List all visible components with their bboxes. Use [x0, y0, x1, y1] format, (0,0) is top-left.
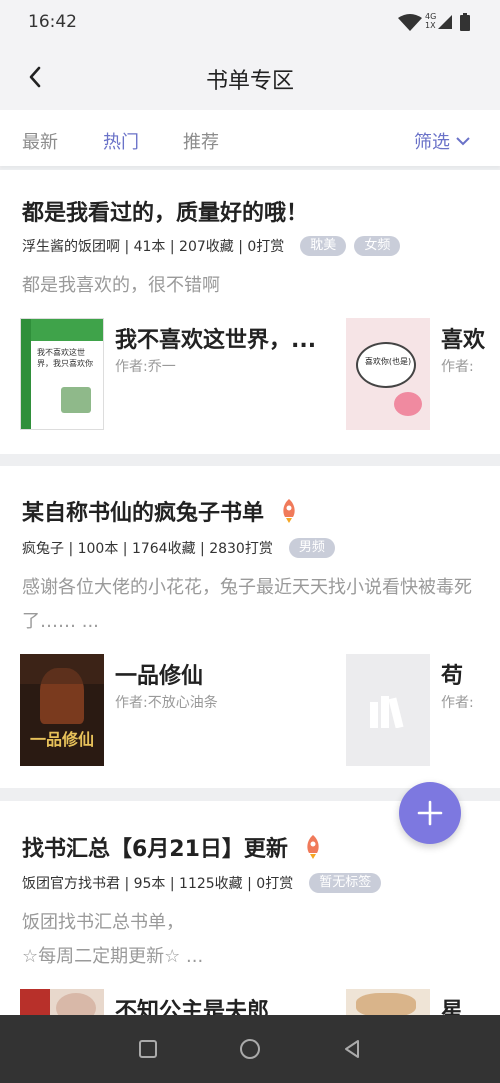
card-title: 某自称书仙的疯兔子书单 [22, 501, 265, 526]
tag: 男频 [288, 538, 335, 558]
card-title: 找书汇总【6月21日】更新 [22, 837, 288, 862]
book-name: 喜欢 [441, 328, 486, 353]
book-cover [20, 989, 104, 1015]
book-cover: 喜欢你(也是) [346, 318, 430, 430]
status-bar: 16:42 4G 1X [0, 0, 500, 44]
card-meta: 浮生酱的饭团啊 | 41本 | 207收藏 | 0打赏 [22, 239, 285, 255]
book-name: 星 [441, 999, 464, 1015]
filter-button[interactable]: 筛选 [414, 128, 470, 154]
cover-title: 我不喜欢这世界，我只喜欢你 [37, 348, 93, 368]
tab-bar: 最新 热门 推荐 筛选 [0, 110, 500, 166]
cover-title: 喜欢你(也是) [364, 357, 412, 366]
chevron-down-icon [456, 137, 470, 146]
card-meta: 饭团官方找书君 | 95本 | 1125收藏 | 0打赏 [22, 876, 294, 892]
add-booklist-button[interactable] [399, 782, 461, 844]
description-line: 饭团找书汇总书单， [22, 912, 184, 933]
booklist-card[interactable]: 都是我看过的，质量好的哦！ 浮生酱的饭团啊 | 41本 | 207收藏 | 0打… [0, 170, 500, 454]
card-meta: 疯兔子 | 100本 | 1764收藏 | 2830打赏 [22, 541, 273, 557]
network-sub: 1X [425, 21, 436, 30]
tab-recommend[interactable]: 推荐 [183, 128, 219, 154]
status-time: 16:42 [28, 12, 77, 32]
books-placeholder-icon [370, 696, 404, 728]
status-icons: 4G 1X [398, 12, 474, 34]
book-item[interactable]: 我不喜欢这世界，我只喜欢你 我不喜欢这世界，... 作者:乔一 [20, 318, 340, 430]
tab-hot[interactable]: 热门 [103, 128, 139, 154]
nav-bar: 书单专区 [0, 44, 500, 110]
card-description: 饭团找书汇总书单， ☆每周二定期更新☆ ... [22, 906, 478, 974]
card-description: 都是我喜欢的，很不错啊 [22, 275, 220, 296]
page-title: 书单专区 [205, 69, 294, 94]
wifi-icon [398, 14, 422, 31]
description-line: ☆每周二定期更新☆ ... [22, 946, 204, 967]
card-meta-row: 疯兔子 | 100本 | 1764收藏 | 2830打赏 男频 [22, 538, 335, 558]
battery-icon [460, 13, 470, 31]
rocket-icon [283, 499, 295, 523]
book-item[interactable]: 星 [346, 989, 500, 1015]
triangle-back-icon [345, 1040, 359, 1058]
filter-label: 筛选 [414, 132, 450, 153]
card-title-row: 找书汇总【6月21日】更新 [22, 831, 324, 863]
book-author: 作者:不放心油条 [115, 695, 218, 711]
card-description: 感谢各位大佬的小花花，兔子最近天天找小说看快被毒死了…… ... [22, 577, 472, 632]
tag: 耽美 [300, 236, 347, 256]
book-name: 苟 [441, 664, 464, 689]
signal-icon [438, 15, 452, 29]
book-item[interactable]: 一品修仙 一品修仙 作者:不放心油条 [20, 654, 340, 766]
tag-list: 男频 [288, 538, 335, 558]
tag: 暂无标签 [309, 873, 382, 893]
home-button[interactable] [238, 1037, 262, 1061]
plus-icon [417, 800, 443, 826]
card-title: 都是我看过的，质量好的哦！ [22, 201, 309, 226]
book-author: 作者:乔一 [115, 359, 176, 375]
back-system-button[interactable] [340, 1037, 364, 1061]
recents-button[interactable] [136, 1037, 160, 1061]
book-name: 一品修仙 [115, 664, 204, 689]
book-item[interactable]: 喜欢你(也是) 喜欢 作者: [346, 318, 500, 430]
circle-icon [240, 1039, 260, 1059]
book-name: 我不喜欢这世界，... [115, 328, 317, 353]
book-cover: 一品修仙 [20, 654, 104, 766]
book-author: 作者: [441, 359, 474, 375]
card-meta-row: 饭团官方找书君 | 95本 | 1125收藏 | 0打赏 暂无标签 [22, 873, 382, 893]
book-name: 不知公主是夫郎 [115, 999, 270, 1015]
tag-list: 耽美 女频 [300, 236, 401, 256]
book-cover-placeholder [346, 654, 430, 766]
tag: 女频 [354, 236, 401, 256]
card-title-row: 某自称书仙的疯兔子书单 [22, 495, 300, 527]
book-author: 作者: [441, 695, 474, 711]
book-cover: 我不喜欢这世界，我只喜欢你 [20, 318, 104, 430]
card-title-row: 都是我看过的，质量好的哦！ [22, 195, 308, 227]
square-icon [139, 1040, 157, 1058]
booklist-card[interactable]: 某自称书仙的疯兔子书单 疯兔子 | 100本 | 1764收藏 | 2830打赏… [0, 466, 500, 788]
tab-latest[interactable]: 最新 [22, 128, 58, 154]
network-type: 4G [425, 12, 437, 21]
card-meta-row: 浮生酱的饭团啊 | 41本 | 207收藏 | 0打赏 耽美 女频 [22, 236, 401, 256]
tag-list: 暂无标签 [309, 873, 382, 893]
system-nav-bar [0, 1015, 500, 1083]
book-cover [346, 989, 430, 1015]
cover-title: 一品修仙 [29, 730, 94, 749]
rocket-icon [307, 835, 319, 859]
book-item[interactable]: 苟 作者: [346, 654, 500, 766]
book-item[interactable]: 不知公主是夫郎 [20, 989, 340, 1015]
